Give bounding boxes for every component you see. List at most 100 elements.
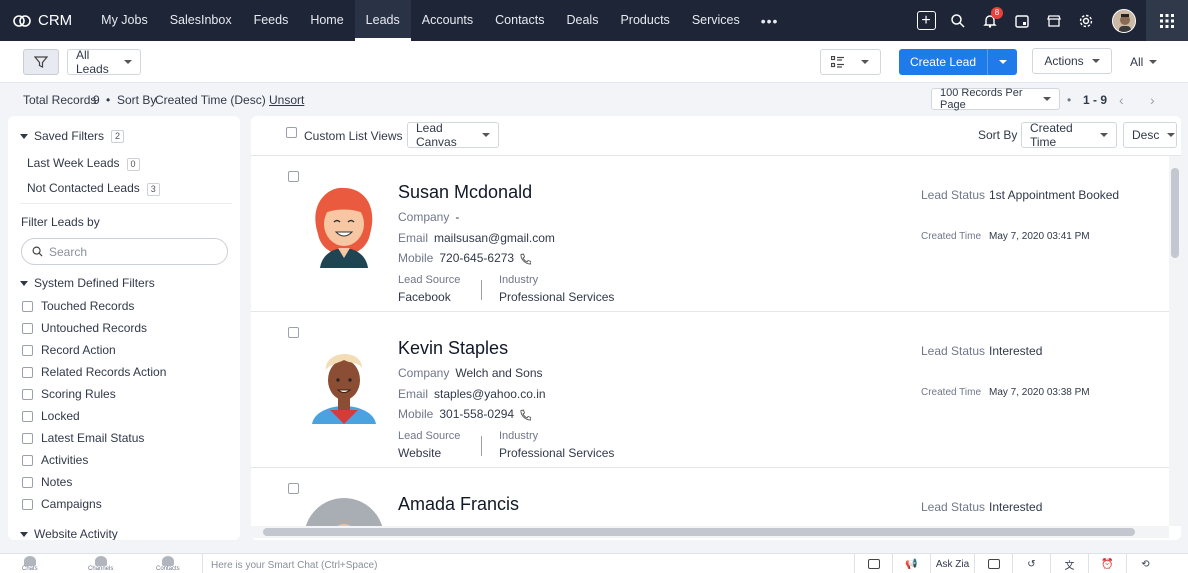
view-select[interactable]: All Leads xyxy=(67,48,141,76)
lead-avatar-icon xyxy=(306,498,382,528)
translate-button[interactable]: 文 xyxy=(1050,554,1088,573)
unsort-link[interactable]: Unsort xyxy=(269,93,304,107)
calendar-button[interactable] xyxy=(1006,0,1038,41)
nav-services[interactable]: Services xyxy=(681,0,751,41)
phone-icon[interactable] xyxy=(519,253,532,265)
settings-button[interactable] xyxy=(1070,0,1102,41)
checkbox[interactable] xyxy=(22,476,33,488)
phone-icon[interactable] xyxy=(519,409,532,421)
user-photo-icon xyxy=(1113,9,1135,32)
nav-home[interactable]: Home xyxy=(299,0,354,41)
channels-button[interactable]: Channels xyxy=(88,556,113,572)
lead-checkbox[interactable] xyxy=(288,483,299,494)
nav-more-button[interactable]: ••• xyxy=(751,13,789,29)
create-new-button[interactable]: + xyxy=(910,0,942,41)
layout-view-select[interactable] xyxy=(820,49,881,75)
search-placeholder: Search xyxy=(49,244,88,259)
notes-button[interactable]: ↺ xyxy=(1012,554,1050,573)
announcements-button[interactable]: 📢 xyxy=(892,554,930,573)
prev-page-button[interactable]: ‹ xyxy=(1119,92,1124,108)
nav-salesinbox[interactable]: SalesInbox xyxy=(159,0,243,41)
system-filters-header[interactable]: System Defined Filters xyxy=(20,276,155,290)
filter-touched-records[interactable]: Touched Records xyxy=(22,299,134,313)
saved-filter-last-week-leads[interactable]: Last Week Leads 0 xyxy=(27,156,140,171)
records-per-page-select[interactable]: 100 Records Per Page xyxy=(931,87,1060,111)
create-lead-button[interactable]: Create Lead xyxy=(899,49,1017,75)
filter-search-input[interactable]: Search xyxy=(21,238,228,265)
checkbox[interactable] xyxy=(22,498,33,510)
filter-toggle-button[interactable] xyxy=(23,49,59,75)
lead-status-label: Lead Status xyxy=(921,344,986,358)
checkbox[interactable] xyxy=(22,454,33,466)
horizontal-scrollbar[interactable] xyxy=(251,526,1169,538)
checkbox[interactable] xyxy=(22,388,33,400)
lead-name[interactable]: Amada Francis xyxy=(398,494,519,515)
nav-feeds[interactable]: Feeds xyxy=(243,0,300,41)
sort-by-label: Sort By xyxy=(978,128,1018,142)
scrollbar-thumb[interactable] xyxy=(1171,168,1179,258)
nav-products[interactable]: Products xyxy=(609,0,680,41)
contacts-button[interactable]: Contacts xyxy=(156,556,180,572)
filter-notes[interactable]: Notes xyxy=(22,475,72,489)
lead-card[interactable]: Susan Mcdonald Company - Email mailsusan@g… xyxy=(251,156,1169,312)
lead-checkbox[interactable] xyxy=(288,327,299,338)
gear-icon xyxy=(1079,14,1093,27)
apps-grid-button[interactable] xyxy=(1146,0,1188,41)
sort-direction-select[interactable]: Desc xyxy=(1123,122,1177,148)
marketplace-button[interactable] xyxy=(1038,0,1070,41)
lead-name[interactable]: Susan Mcdonald xyxy=(398,182,532,203)
smart-chat-input[interactable]: Here is your Smart Chat (Ctrl+Space) xyxy=(202,554,854,573)
scrollbar-thumb[interactable] xyxy=(263,528,1135,536)
checkbox[interactable] xyxy=(22,322,33,334)
history-button[interactable]: ⟲ xyxy=(1126,554,1164,573)
chats-button[interactable]: Chats xyxy=(22,556,38,572)
filter-campaigns[interactable]: Campaigns xyxy=(22,497,102,511)
vertical-scrollbar[interactable] xyxy=(1169,156,1181,526)
filter-record-action[interactable]: Record Action xyxy=(22,343,116,357)
website-activity-header[interactable]: Website Activity xyxy=(20,527,118,540)
sort-field-select[interactable]: Created Time xyxy=(1021,121,1117,149)
search-button[interactable] xyxy=(942,0,974,41)
all-records-dropdown[interactable]: All xyxy=(1122,49,1162,75)
user-avatar[interactable] xyxy=(1112,8,1136,33)
create-lead-dropdown[interactable] xyxy=(987,49,1017,75)
checkbox[interactable] xyxy=(22,432,33,444)
canvas-view-select[interactable]: Lead Canvas xyxy=(407,121,499,149)
view-select-value: All Leads xyxy=(76,48,109,76)
select-all-checkbox[interactable] xyxy=(286,127,297,138)
filter-related-records-action[interactable]: Related Records Action xyxy=(22,365,166,379)
nav-accounts[interactable]: Accounts xyxy=(411,0,484,41)
filter-locked[interactable]: Locked xyxy=(22,409,80,423)
checkbox[interactable] xyxy=(22,300,33,312)
saved-filters-count: 2 xyxy=(111,129,125,143)
lead-name[interactable]: Kevin Staples xyxy=(398,338,508,359)
checkbox[interactable] xyxy=(22,366,33,378)
lead-card[interactable]: Amada Francis Lead Status Interested xyxy=(251,468,1169,528)
list-toolbar: All Leads Create Lead Actions All xyxy=(0,41,1188,83)
filter-scoring-rules[interactable]: Scoring Rules xyxy=(22,387,116,401)
lead-checkbox[interactable] xyxy=(288,171,299,182)
filter-activities[interactable]: Activities xyxy=(22,453,88,467)
nav-deals[interactable]: Deals xyxy=(556,0,610,41)
saved-filters-title: Saved Filters xyxy=(34,129,105,143)
sort-field-value: Created Time xyxy=(1030,121,1073,149)
crm-logo[interactable]: CRM xyxy=(0,0,90,41)
notifications-button[interactable]: 8 xyxy=(974,0,1006,41)
actions-dropdown[interactable]: Actions xyxy=(1032,48,1112,74)
saved-filters-header[interactable]: Saved Filters 2 xyxy=(20,129,125,143)
checkbox[interactable] xyxy=(22,410,33,422)
saved-filter-not-contacted-leads[interactable]: Not Contacted Leads 3 xyxy=(27,181,160,196)
nav-contacts[interactable]: Contacts xyxy=(484,0,555,41)
checkbox[interactable] xyxy=(22,344,33,356)
next-page-button[interactable]: › xyxy=(1150,92,1155,108)
filter-latest-email-status[interactable]: Latest Email Status xyxy=(22,431,144,445)
filter-untouched-records[interactable]: Untouched Records xyxy=(22,321,147,335)
nav-my-jobs[interactable]: My Jobs xyxy=(90,0,159,41)
nav-leads[interactable]: Leads xyxy=(354,0,411,41)
filter-leads-by-label: Filter Leads by xyxy=(21,215,100,229)
signals-button[interactable] xyxy=(974,554,1012,573)
screen-share-button[interactable] xyxy=(854,554,892,573)
alarm-button[interactable]: ⏰ xyxy=(1088,554,1126,573)
lead-card[interactable]: Kevin Staples Company Welch and Sons Emai… xyxy=(251,312,1169,468)
ask-zia-button[interactable]: Ask Zia xyxy=(930,554,974,573)
